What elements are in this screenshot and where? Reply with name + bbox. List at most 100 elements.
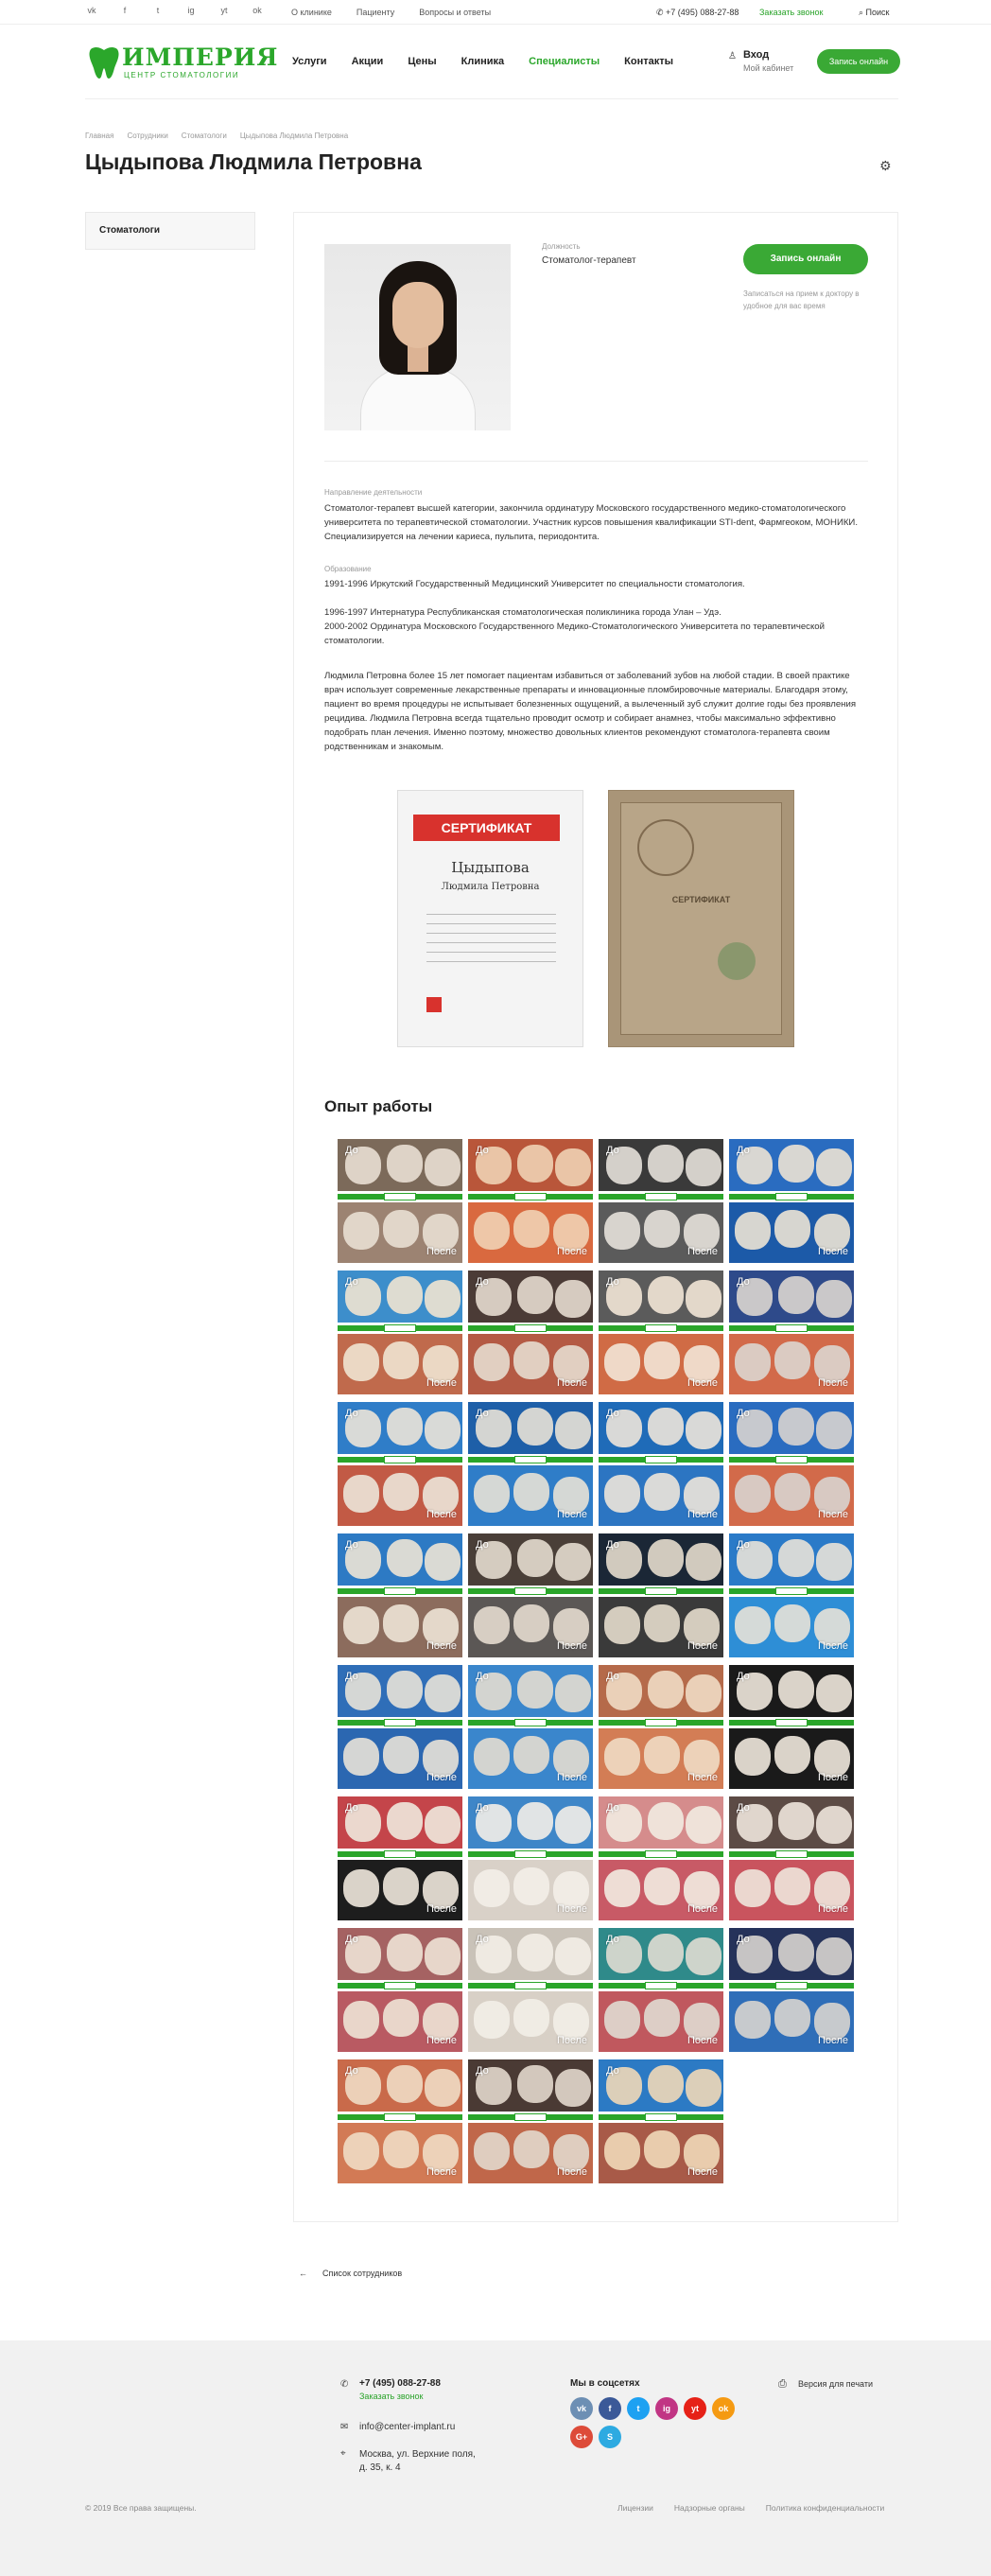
position-label: Должность (542, 242, 581, 251)
top-phone[interactable]: ✆ +7 (495) 088-27-88 (656, 8, 739, 18)
login-link[interactable]: ♙ Вход Мой кабинет (728, 49, 793, 73)
footer-link-authorities[interactable]: Надзорные органы (674, 2503, 745, 2513)
instagram-icon[interactable]: ig (184, 6, 198, 15)
logo[interactable]: ИМПЕРИЯ ЦЕНТР СТОМАТОЛОГИИ (88, 44, 277, 81)
youtube-icon[interactable]: yt (217, 6, 231, 15)
before-after-photo[interactable]: До После (599, 1533, 723, 1657)
print-version-link[interactable]: Версия для печати (798, 2378, 883, 2391)
top-link-patient[interactable]: Пациенту (356, 8, 394, 17)
footer-links: Лицензии Надзорные органы Политика конфи… (617, 2503, 884, 2513)
education-label: Образование (324, 565, 372, 573)
book-note: Записаться на прием к доктору в удобное … (743, 289, 860, 310)
vk-icon[interactable]: vk (85, 6, 98, 15)
phone-icon: ✆ (656, 8, 667, 17)
nav-contacts[interactable]: Контакты (624, 56, 673, 67)
before-after-photo[interactable]: До После (599, 2059, 723, 2183)
top-search[interactable]: ⌕ Поиск (859, 8, 890, 18)
before-after-photo[interactable]: До После (599, 1139, 723, 1263)
before-after-photo[interactable]: До После (729, 1665, 854, 1789)
before-label: До (476, 1539, 489, 1551)
before-label: До (606, 1539, 619, 1551)
before-after-photo[interactable]: До После (468, 1796, 593, 1920)
nav-services[interactable]: Услуги (292, 56, 327, 67)
odnoklassniki-icon[interactable]: ok (251, 6, 264, 15)
before-after-photo[interactable]: До После (599, 1402, 723, 1526)
before-after-photo[interactable]: До После (338, 2059, 462, 2183)
back-to-staff-link[interactable]: ← Список сотрудников (299, 2269, 402, 2278)
header-divider (85, 98, 898, 99)
top-link-about[interactable]: О клинике (291, 8, 332, 17)
breadcrumb-home[interactable]: Главная (85, 131, 113, 140)
before-after-photo[interactable]: До После (729, 1270, 854, 1394)
footer-email[interactable]: info@center-implant.ru (359, 2422, 455, 2432)
before-after-photo[interactable]: До После (338, 1928, 462, 2052)
footer-social-icon[interactable]: S (599, 2426, 621, 2448)
facebook-icon[interactable]: f (118, 6, 131, 15)
before-after-photo[interactable]: До После (468, 1270, 593, 1394)
before-after-photo[interactable]: До После (338, 1665, 462, 1789)
nav-prices[interactable]: Цены (408, 56, 436, 67)
before-after-photo[interactable]: До После (338, 1796, 462, 1920)
top-callback-link[interactable]: Заказать звонок (759, 8, 823, 17)
before-label: До (476, 1671, 489, 1682)
certificate-image[interactable]: СЕРТИФИКАТ (608, 790, 794, 1047)
after-label: После (556, 1903, 587, 1915)
settings-icon[interactable]: ⚙ (879, 158, 892, 174)
direction-text: Стоматолог-терапевт высшей категории, за… (324, 503, 858, 542)
footer-phone[interactable]: +7 (495) 088-27-88 (359, 2378, 441, 2389)
footer-social-icon[interactable]: vk (570, 2397, 593, 2420)
twitter-icon[interactable]: t (151, 6, 165, 15)
nav-clinic[interactable]: Клиника (461, 56, 505, 67)
before-after-photo[interactable]: До После (468, 1402, 593, 1526)
breadcrumb-current: Цыдыпова Людмила Петровна (239, 131, 349, 140)
before-after-photo[interactable]: До После (468, 2059, 593, 2183)
book-online-button[interactable]: Запись онлайн (743, 244, 868, 274)
sidebar-item-dentists[interactable]: Стоматологи (85, 212, 255, 250)
before-after-photo[interactable]: До После (338, 1139, 462, 1263)
certificate-image[interactable]: СЕРТИФИКАТ Цыдыпова Людмила Петровна (397, 790, 583, 1047)
breadcrumb-staff[interactable]: Сотрудники (127, 131, 167, 140)
nav-promos[interactable]: Акции (352, 56, 384, 67)
book-online-header-button[interactable]: Запись онлайн (817, 49, 900, 74)
tooth-logo-icon (89, 47, 119, 79)
footer-social-icon[interactable]: G+ (570, 2426, 593, 2448)
before-after-photo[interactable]: До После (468, 1665, 593, 1789)
before-after-photo[interactable]: До После (468, 1928, 593, 2052)
footer-social-icon[interactable]: f (599, 2397, 621, 2420)
top-link-faq[interactable]: Вопросы и ответы (419, 8, 491, 17)
before-label: До (737, 1145, 750, 1156)
footer-social-icon[interactable]: t (627, 2397, 650, 2420)
before-label: До (606, 2065, 619, 2077)
logo-name: ИМПЕРИЯ (122, 44, 279, 71)
before-label: До (345, 1408, 358, 1419)
footer-social-icon[interactable]: ig (655, 2397, 678, 2420)
before-after-photo[interactable]: До После (338, 1402, 462, 1526)
header: ИМПЕРИЯ ЦЕНТР СТОМАТОЛОГИИ Услуги Акции … (0, 25, 991, 100)
before-after-photo[interactable]: До После (338, 1533, 462, 1657)
nav-specialists[interactable]: Специалисты (529, 56, 600, 67)
footer-link-licenses[interactable]: Лицензии (617, 2503, 653, 2513)
before-after-photo[interactable]: До После (729, 1796, 854, 1920)
before-after-photo[interactable]: До После (599, 1270, 723, 1394)
footer-social-icon[interactable]: ok (712, 2397, 735, 2420)
breadcrumb-dentists[interactable]: Стоматологи (182, 131, 227, 140)
before-after-photo[interactable]: До После (468, 1533, 593, 1657)
education-item: 1991-1996 Иркутский Государственный Меди… (324, 579, 745, 589)
before-after-photo[interactable]: До После (729, 1402, 854, 1526)
footer: ✆ +7 (495) 088-27-88 Заказать звонок ✉ i… (0, 2340, 991, 2576)
before-after-photo[interactable]: До После (599, 1665, 723, 1789)
before-after-photo[interactable]: До После (599, 1796, 723, 1920)
before-after-photo[interactable]: До После (729, 1533, 854, 1657)
after-label: После (556, 2166, 587, 2178)
before-after-photo[interactable]: До После (468, 1139, 593, 1263)
before-after-photo[interactable]: До После (729, 1928, 854, 2052)
before-after-photo[interactable]: До После (729, 1139, 854, 1263)
before-label: До (476, 2065, 489, 2077)
login-label: Вход (743, 49, 770, 61)
footer-callback-link[interactable]: Заказать звонок (359, 2392, 423, 2401)
after-label: После (556, 2035, 587, 2046)
before-after-photo[interactable]: До После (599, 1928, 723, 2052)
before-after-photo[interactable]: До После (338, 1270, 462, 1394)
footer-social-icon[interactable]: yt (684, 2397, 706, 2420)
footer-link-privacy[interactable]: Политика конфиденциальности (766, 2503, 884, 2513)
